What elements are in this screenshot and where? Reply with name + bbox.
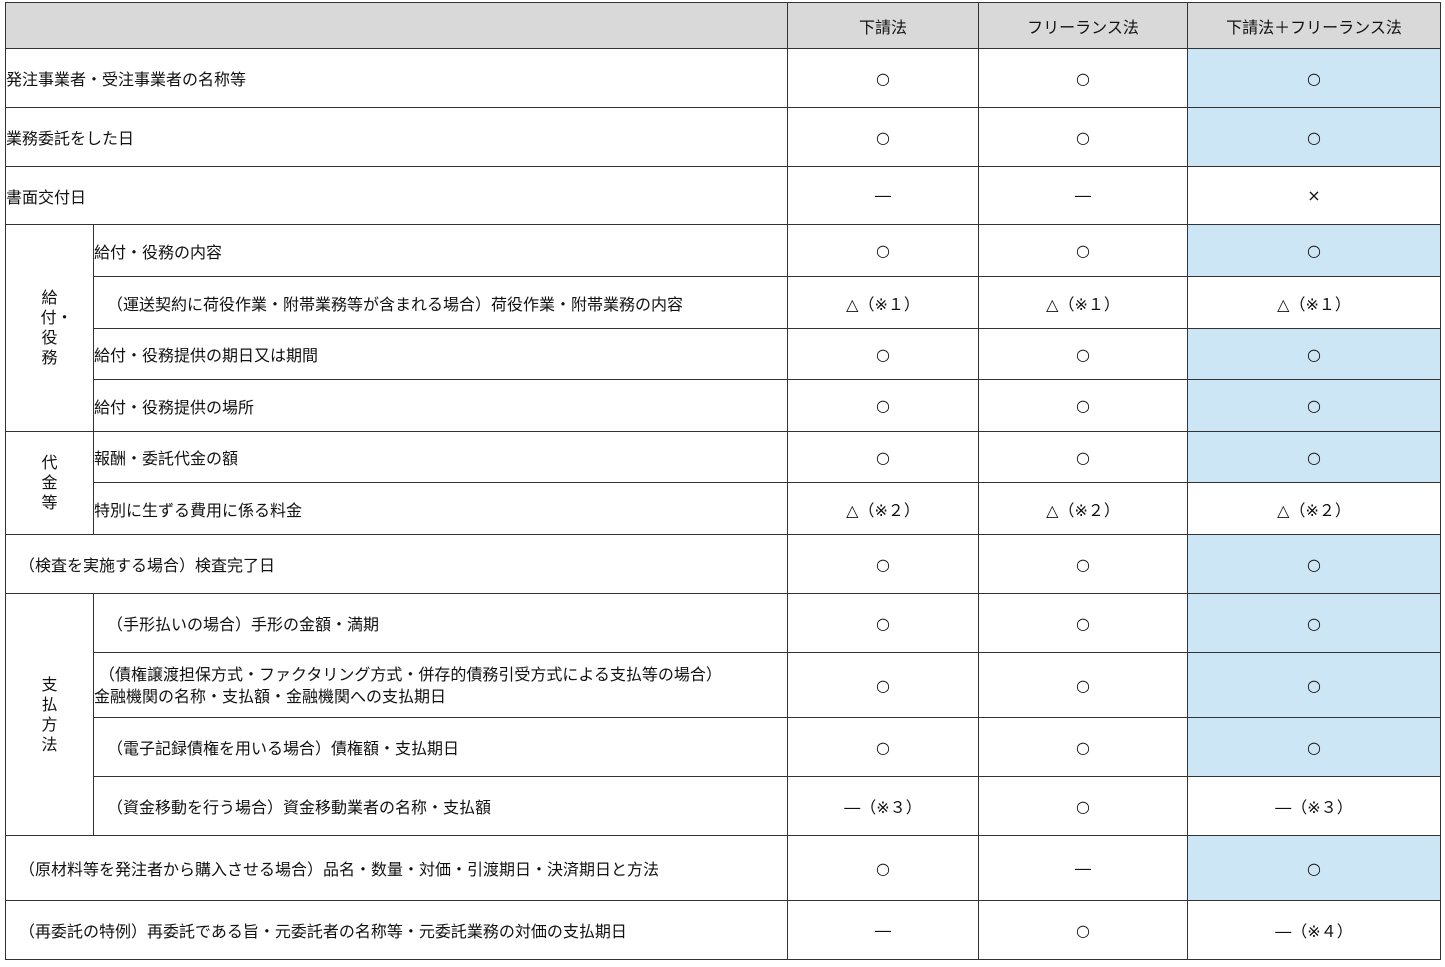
value-combined: ○ [1187,717,1441,777]
value-shitauke: △（※２） [787,482,979,535]
row-label: 給付・役務の内容 [93,224,788,277]
row-label: （資金移動を行う場合）資金移動業者の名称・支払額 [93,776,788,836]
value-shitauke: ○ [787,593,979,653]
value-freelance: ○ [978,652,1188,718]
row-label: （検査を実施する場合）検査完了日 [5,534,788,594]
row-label: 書面交付日 [5,166,788,225]
table-row: 業務委託をした日 ○ ○ ○ [5,107,1441,167]
value-shitauke: ○ [787,328,979,380]
value-freelance: ○ [978,431,1188,483]
header-shitauke: 下請法 [787,2,979,49]
table-row: 特別に生ずる費用に係る料金 △（※２） △（※２） △（※２） [6,482,1441,535]
row-label: （再委託の特例）再委託である旨・元委託者の名称等・元委託業務の対価の支払期日 [5,900,788,960]
header-blank-cell [5,2,788,49]
value-shitauke: ○ [787,431,979,483]
value-shitauke: △（※１） [787,276,979,329]
table-row: （債権譲渡担保方式・ファクタリング方式・併存的債務引受方式による支払等の場合） … [6,652,1441,718]
table-row: 発注事業者・受注事業者の名称等 ○ ○ ○ [5,48,1441,108]
value-freelance: △（※２） [978,482,1188,535]
value-combined: ○ [1187,652,1441,718]
value-freelance: ○ [978,593,1188,653]
header-combined: 下請法＋フリーランス法 [1187,2,1441,49]
row-label-line2: 金融機関の名称・支払額・金融機関への支払期日 [94,686,447,706]
value-combined: ○ [1187,48,1441,108]
table-row: 給付・役務提供の期日又は期間 ○ ○ ○ [6,328,1441,380]
row-label: 報酬・委託代金の額 [93,431,788,483]
table-row: （再委託の特例）再委託である旨・元委託者の名称等・元委託業務の対価の支払期日 ―… [5,900,1441,960]
value-freelance: ○ [978,379,1188,432]
value-shitauke: ○ [787,534,979,594]
table-row: 代金等 報酬・委託代金の額 ○ ○ ○ [5,431,1441,535]
value-shitauke: ― [787,166,979,225]
value-combined: ○ [1187,107,1441,167]
value-combined: ―（※４） [1187,900,1441,960]
table-row: 支払方法 （手形払いの場合）手形の金額・満期 ○ ○ ○ [5,593,1441,836]
table-row: （資金移動を行う場合）資金移動業者の名称・支払額 ―（※３） ○ ―（※３） [6,776,1441,836]
row-label: （手形払いの場合）手形の金額・満期 [93,593,788,653]
row-label: 発注事業者・受注事業者の名称等 [5,48,788,108]
group-label-shiharai: 支払方法 [5,593,94,836]
table-row: 給付・役務 給付・役務の内容 ○ ○ ○ [5,224,1441,432]
value-shitauke: ― [787,900,979,960]
row-label: （運送契約に荷役作業・附帯業務等が含まれる場合）荷役作業・附帯業務の内容 [93,276,788,329]
row-label: 給付・役務提供の期日又は期間 [93,328,788,380]
value-shitauke: ○ [787,379,979,432]
header-freelance: フリーランス法 [978,2,1188,49]
value-shitauke: ○ [787,224,979,277]
value-combined: △（※２） [1187,482,1441,535]
table-row: 書面交付日 ― ― × [5,166,1441,225]
table-row: （運送契約に荷役作業・附帯業務等が含まれる場合）荷役作業・附帯業務の内容 △（※… [6,276,1441,329]
value-freelance: ― [978,835,1188,901]
group-label-daikin: 代金等 [5,431,94,535]
table-row: （原材料等を発注者から購入させる場合）品名・数量・対価・引渡期日・決済期日と方法… [5,835,1441,901]
value-combined: ○ [1187,431,1441,483]
value-freelance: ○ [978,224,1188,277]
value-freelance: ○ [978,776,1188,836]
table-row: （検査を実施する場合）検査完了日 ○ ○ ○ [5,534,1441,594]
value-freelance: ○ [978,900,1188,960]
row-label: （電子記録債権を用いる場合）債権額・支払期日 [93,717,788,777]
value-shitauke: ○ [787,652,979,718]
header-row: 下請法 フリーランス法 下請法＋フリーランス法 [5,2,1441,49]
value-combined: ○ [1187,224,1441,277]
value-freelance: ○ [978,107,1188,167]
row-label-two-line: （債権譲渡担保方式・ファクタリング方式・併存的債務引受方式による支払等の場合） … [93,652,788,718]
value-combined: △（※１） [1187,276,1441,329]
value-shitauke: ○ [787,48,979,108]
value-freelance: ○ [978,48,1188,108]
row-label: 給付・役務提供の場所 [93,379,788,432]
value-combined: ○ [1187,593,1441,653]
table-row: （電子記録債権を用いる場合）債権額・支払期日 ○ ○ ○ [6,717,1441,777]
value-freelance: △（※１） [978,276,1188,329]
value-combined: ○ [1187,534,1441,594]
comparison-table: 下請法 フリーランス法 下請法＋フリーランス法 発注事業者・受注事業者の名称等 … [5,2,1441,960]
value-combined: ―（※３） [1187,776,1441,836]
value-freelance: ― [978,166,1188,225]
value-combined: ○ [1187,379,1441,432]
value-combined: ○ [1187,328,1441,380]
value-shitauke: ―（※３） [787,776,979,836]
value-shitauke: ○ [787,107,979,167]
value-shitauke: ○ [787,835,979,901]
value-freelance: ○ [978,534,1188,594]
row-label: （原材料等を発注者から購入させる場合）品名・数量・対価・引渡期日・決済期日と方法 [5,835,788,901]
value-freelance: ○ [978,717,1188,777]
row-label: 業務委託をした日 [5,107,788,167]
table-row: 給付・役務提供の場所 ○ ○ ○ [6,379,1441,432]
value-freelance: ○ [978,328,1188,380]
group-label-kyufu: 給付・役務 [5,224,94,432]
value-combined: ○ [1187,835,1441,901]
value-shitauke: ○ [787,717,979,777]
row-label-line1: （債権譲渡担保方式・ファクタリング方式・併存的債務引受方式による支払等の場合） [99,664,722,684]
row-label: 特別に生ずる費用に係る料金 [93,482,788,535]
value-combined: × [1187,166,1441,225]
